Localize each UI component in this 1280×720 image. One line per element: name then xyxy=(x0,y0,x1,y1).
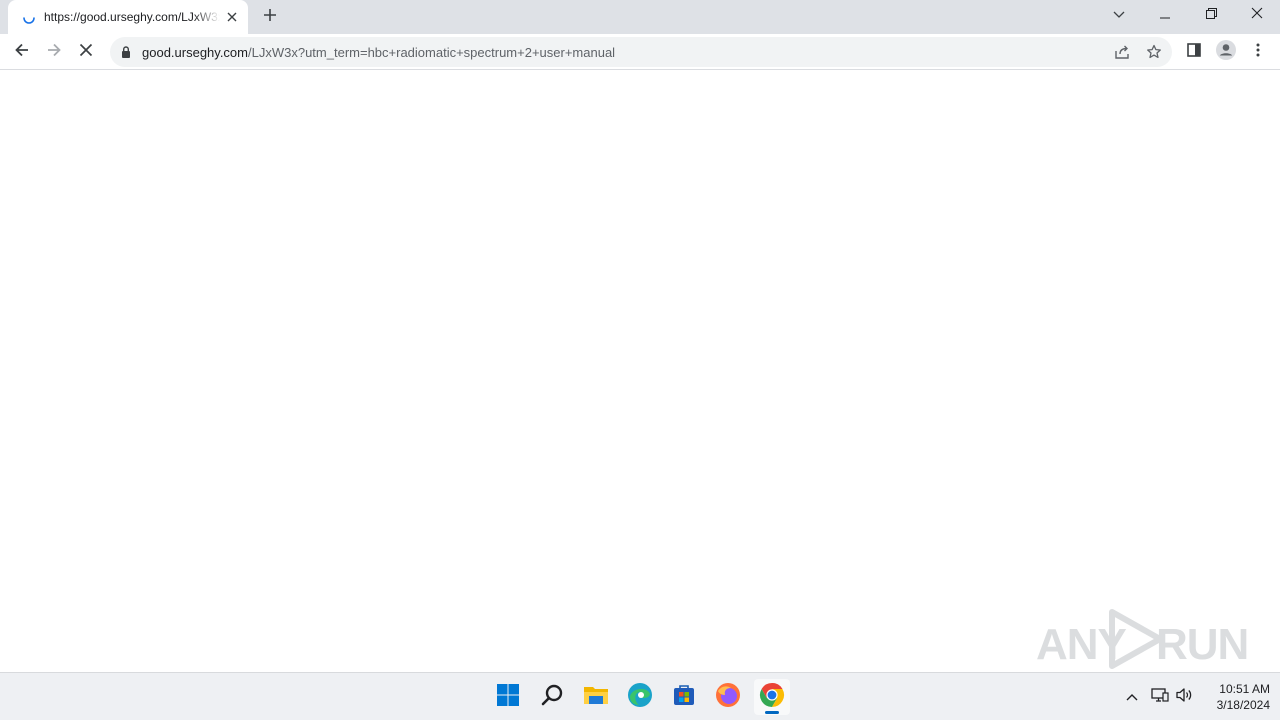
url-text[interactable]: good.urseghy.com/LJxW3x?utm_term=hbc+rad… xyxy=(142,45,615,60)
arrow-right-icon xyxy=(46,42,62,63)
network-button[interactable] xyxy=(1150,687,1170,707)
system-clock[interactable]: 10:51 AM 3/18/2024 xyxy=(1196,681,1270,713)
volume-button[interactable] xyxy=(1174,687,1194,707)
profile-button[interactable] xyxy=(1212,38,1240,66)
network-icon xyxy=(1151,687,1169,708)
kebab-menu-icon xyxy=(1256,42,1260,63)
firefox-icon xyxy=(715,682,741,713)
store-button[interactable] xyxy=(666,679,702,715)
taskbar: 10:51 AM 3/18/2024 xyxy=(0,672,1280,720)
url-path: /LJxW3x?utm_term=hbc+radiomatic+spectrum… xyxy=(248,45,616,60)
anyrun-watermark: ANY RUN xyxy=(1036,606,1249,676)
chrome-menu-button[interactable] xyxy=(1244,38,1272,66)
close-icon[interactable] xyxy=(224,9,240,25)
side-panel-button[interactable] xyxy=(1180,38,1208,66)
profile-icon xyxy=(1215,39,1237,66)
lock-icon[interactable] xyxy=(119,45,133,59)
browser-tab[interactable]: https://good.urseghy.com/LJxW3x?utm_term… xyxy=(8,0,248,34)
search-icon xyxy=(540,683,564,712)
chrome-icon xyxy=(759,682,785,713)
watermark-text-right: RUN xyxy=(1156,620,1249,669)
close-icon xyxy=(1251,6,1263,24)
tab-search-button[interactable] xyxy=(1096,0,1142,30)
active-app-indicator xyxy=(765,711,779,714)
page-content xyxy=(0,71,1280,672)
clock-date: 3/18/2024 xyxy=(1216,698,1270,712)
taskbar-search-button[interactable] xyxy=(534,679,570,715)
minimize-icon xyxy=(1160,6,1170,24)
show-hidden-icons-button[interactable] xyxy=(1122,687,1142,707)
address-bar[interactable]: good.urseghy.com/LJxW3x?utm_term=hbc+rad… xyxy=(110,37,1172,67)
start-button[interactable] xyxy=(490,679,526,715)
tab-title: https://good.urseghy.com/LJxW3x?utm_term… xyxy=(44,10,220,24)
share-icon[interactable] xyxy=(1112,43,1132,61)
file-explorer-button[interactable] xyxy=(578,679,614,715)
tab-strip: https://good.urseghy.com/LJxW3x?utm_term… xyxy=(0,0,1280,34)
new-tab-button[interactable] xyxy=(258,5,282,29)
minimize-button[interactable] xyxy=(1142,0,1188,30)
restore-icon xyxy=(1205,6,1217,24)
restore-button[interactable] xyxy=(1188,0,1234,30)
loading-spinner-icon xyxy=(21,10,37,26)
stop-button[interactable] xyxy=(72,38,100,66)
side-panel-icon xyxy=(1186,42,1202,63)
stop-icon xyxy=(79,43,93,62)
chevron-down-icon xyxy=(1113,6,1125,24)
volume-icon xyxy=(1175,687,1193,708)
chevron-up-icon xyxy=(1126,688,1138,706)
edge-button[interactable] xyxy=(622,679,658,715)
arrow-left-icon xyxy=(14,42,30,63)
close-window-button[interactable] xyxy=(1234,0,1280,30)
edge-icon xyxy=(627,682,653,713)
plus-icon xyxy=(263,8,277,27)
windows-start-icon xyxy=(496,683,520,712)
chrome-button[interactable] xyxy=(754,679,790,715)
clock-time: 10:51 AM xyxy=(1219,682,1270,696)
url-host: good.urseghy.com xyxy=(142,45,248,60)
file-explorer-icon xyxy=(583,684,609,711)
star-icon[interactable] xyxy=(1144,43,1164,61)
firefox-button[interactable] xyxy=(710,679,746,715)
store-icon xyxy=(672,683,696,712)
forward-button[interactable] xyxy=(40,38,68,66)
back-button[interactable] xyxy=(8,38,36,66)
browser-toolbar: good.urseghy.com/LJxW3x?utm_term=hbc+rad… xyxy=(0,34,1280,70)
